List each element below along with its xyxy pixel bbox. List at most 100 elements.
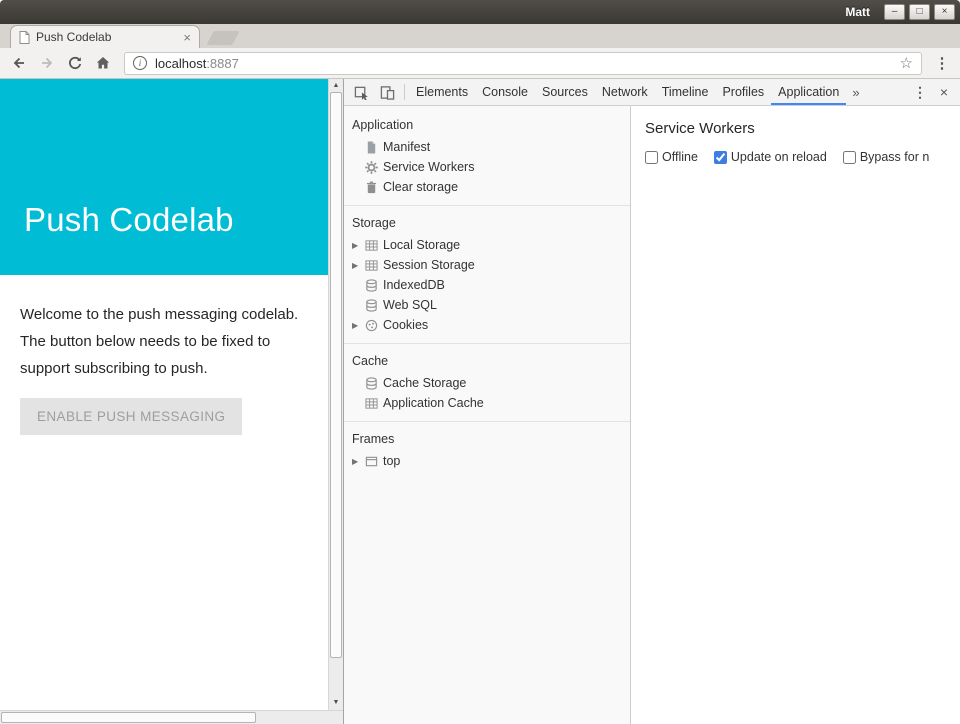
inspect-element-icon[interactable] [348,79,374,105]
checkbox-label: Offline [662,150,698,164]
table-grid-icon [364,396,378,410]
item-label: top [383,454,400,468]
section-title: Storage [344,212,630,235]
expand-arrow-icon[interactable]: ▶ [352,261,364,270]
window-maximize-icon[interactable]: □ [909,4,930,20]
page-favicon-icon [19,31,30,44]
devtools-tab-timeline[interactable]: Timeline [655,79,716,105]
scroll-up-icon[interactable]: ▲ [329,80,343,92]
more-tabs-icon[interactable]: » [846,79,865,105]
forward-icon[interactable] [34,50,60,76]
browser-menu-icon[interactable]: ⋮ [930,51,954,75]
item-label: Session Storage [383,258,475,272]
page-horizontal-scrollbar[interactable] [0,710,343,724]
window-close-icon[interactable]: × [934,4,955,20]
devtools-tab-profiles[interactable]: Profiles [715,79,771,105]
item-label: Local Storage [383,238,460,252]
web-page: Push Codelab Welcome to the push messagi… [0,79,343,724]
expand-arrow-icon[interactable]: ▶ [352,321,364,330]
devtools-panel: Elements Console Sources Network Timelin… [343,79,960,724]
page-viewport: Push Codelab Welcome to the push messagi… [0,79,328,710]
devtools-tab-application[interactable]: Application [771,79,846,105]
sidebar-item-manifest[interactable]: Manifest [344,137,630,157]
bypass-for-network-checkbox[interactable]: Bypass for n [843,150,929,164]
page-title: Push Codelab [24,201,234,239]
browser-toolbar: i localhost:8887 ☆ ⋮ [0,48,960,79]
sidebar-item-application-cache[interactable]: Application Cache [344,393,630,413]
browser-tab[interactable]: Push Codelab × [10,25,200,48]
window-titlebar[interactable]: Matt – □ × [0,0,960,24]
sidebar-item-clear-storage[interactable]: Clear storage [344,177,630,197]
horizontal-scroll-thumb[interactable] [1,712,256,723]
item-label: Cookies [383,318,428,332]
devtools-body: Application Manifest [344,106,960,724]
device-toolbar-icon[interactable] [374,79,400,105]
devtools-tab-network[interactable]: Network [595,79,655,105]
update-on-reload-checkbox-input[interactable] [714,151,727,164]
devtools-tab-console[interactable]: Console [475,79,535,105]
devtools-tab-elements[interactable]: Elements [409,79,475,105]
sidebar-item-cache-storage[interactable]: Cache Storage [344,373,630,393]
tab-close-icon[interactable]: × [183,30,191,45]
trash-icon [364,180,378,194]
manifest-icon [364,140,378,154]
bookmark-star-icon[interactable]: ☆ [900,54,913,72]
database-icon [364,298,378,312]
table-grid-icon [364,238,378,252]
sidebar-item-service-workers[interactable]: Service Workers [344,157,630,177]
sidebar-item-local-storage[interactable]: ▶ Local Storage [344,235,630,255]
checkbox-label: Bypass for n [860,150,929,164]
info-glyph: i [139,58,142,68]
sidebar-item-session-storage[interactable]: ▶ Session Storage [344,255,630,275]
window-minimize-icon[interactable]: – [884,4,905,20]
cookie-icon [364,318,378,332]
application-sidebar: Application Manifest [344,106,631,724]
url-port: :8887 [206,56,239,71]
window-controls: – □ × [884,4,955,20]
sidebar-section-frames: Frames ▶ top [344,422,630,479]
address-bar[interactable]: i localhost:8887 ☆ [124,52,922,75]
page-info-icon[interactable]: i [133,56,147,70]
browser-window: Matt – □ × Push Codelab × [0,0,960,724]
gear-icon [364,160,378,174]
sidebar-section-storage: Storage ▶ Local Storage ▶ [344,206,630,344]
item-label: Manifest [383,140,430,154]
sidebar-item-cookies[interactable]: ▶ Cookies [344,315,630,335]
toolbar-separator [404,84,405,100]
expand-arrow-icon[interactable]: ▶ [352,241,364,250]
new-tab-button[interactable] [206,31,239,45]
devtools-menu-icon[interactable]: ⋮ [908,79,932,105]
database-icon [364,376,378,390]
sidebar-section-cache: Cache Cache Storage [344,344,630,422]
devtools-tab-sources[interactable]: Sources [535,79,595,105]
sidebar-item-web-sql[interactable]: Web SQL [344,295,630,315]
expand-arrow-icon[interactable]: ▶ [352,457,364,466]
home-icon[interactable] [90,50,116,76]
service-worker-options: Offline Update on reload Bypass for n [645,150,946,164]
item-label: IndexedDB [383,278,445,292]
sidebar-item-top-frame[interactable]: ▶ top [344,451,630,471]
toolbar-spacer [866,79,908,105]
back-icon[interactable] [6,50,32,76]
url-host: localhost [155,56,206,71]
pane-title: Service Workers [645,120,946,137]
item-label: Web SQL [383,298,437,312]
item-label: Clear storage [383,180,458,194]
page-intro-text: Welcome to the push messaging codelab. T… [20,301,324,382]
page-vertical-scrollbar[interactable]: ▲ ▼ [328,79,343,710]
scroll-down-icon[interactable]: ▼ [329,697,343,709]
frame-icon [364,454,378,468]
vertical-scroll-thumb[interactable] [330,92,342,658]
sidebar-item-indexeddb[interactable]: IndexedDB [344,275,630,295]
bypass-for-network-checkbox-input[interactable] [843,151,856,164]
devtools-toolbar: Elements Console Sources Network Timelin… [344,79,960,106]
devtools-close-icon[interactable]: × [932,79,956,105]
window-title: Matt [845,5,870,19]
offline-checkbox[interactable]: Offline [645,150,698,164]
item-label: Service Workers [383,160,474,174]
enable-push-button[interactable]: ENABLE PUSH MESSAGING [20,398,242,435]
sidebar-section-application: Application Manifest [344,108,630,206]
reload-icon[interactable] [62,50,88,76]
offline-checkbox-input[interactable] [645,151,658,164]
update-on-reload-checkbox[interactable]: Update on reload [714,150,827,164]
